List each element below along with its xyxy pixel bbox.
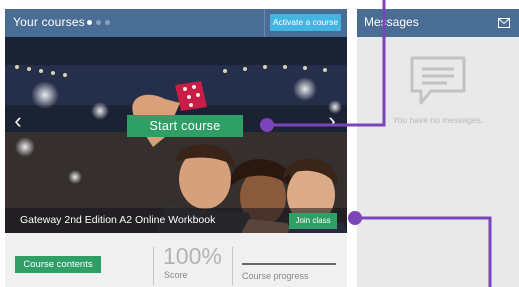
messages-title: Messages — [364, 15, 419, 29]
footer-divider — [232, 247, 233, 285]
join-class-button[interactable]: Join class — [289, 213, 337, 229]
carousel-dot[interactable] — [105, 20, 110, 25]
empty-messages-text: You have no messages. — [392, 115, 484, 125]
messages-header: Messages — [357, 9, 519, 37]
course-footer: Course contents 100% Score Course progre… — [5, 233, 347, 287]
carousel-dot[interactable] — [87, 20, 92, 25]
chevron-left-icon[interactable]: ‹ — [9, 109, 27, 133]
courses-panel: Your courses Activate a course ‹ › Start… — [5, 9, 347, 287]
course-progress-bar — [242, 263, 336, 265]
course-hero-slide: ‹ › Start course Gateway 2nd Edition A2 … — [5, 37, 347, 233]
messages-panel: Messages You have no messages. — [357, 9, 519, 287]
carousel-dot[interactable] — [96, 20, 101, 25]
course-title: Gateway 2nd Edition A2 Online Workbook — [20, 214, 216, 226]
activate-course-button[interactable]: Activate a course — [270, 14, 341, 31]
courses-header: Your courses Activate a course — [5, 9, 347, 37]
start-course-button[interactable]: Start course — [127, 115, 243, 137]
header-divider — [264, 9, 265, 37]
chat-bubble-icon — [410, 56, 466, 105]
course-caption-bar: Gateway 2nd Edition A2 Online Workbook J… — [5, 208, 347, 233]
score-value: 100% — [163, 243, 222, 269]
course-progress-fill — [242, 263, 336, 265]
chevron-right-icon[interactable]: › — [323, 109, 341, 133]
footer-divider — [153, 247, 154, 285]
progress-label: Course progress — [242, 271, 309, 281]
score-label: Score — [164, 270, 188, 280]
mail-icon[interactable] — [498, 18, 510, 28]
courses-title: Your courses — [13, 15, 85, 29]
course-contents-button[interactable]: Course contents — [15, 256, 101, 273]
